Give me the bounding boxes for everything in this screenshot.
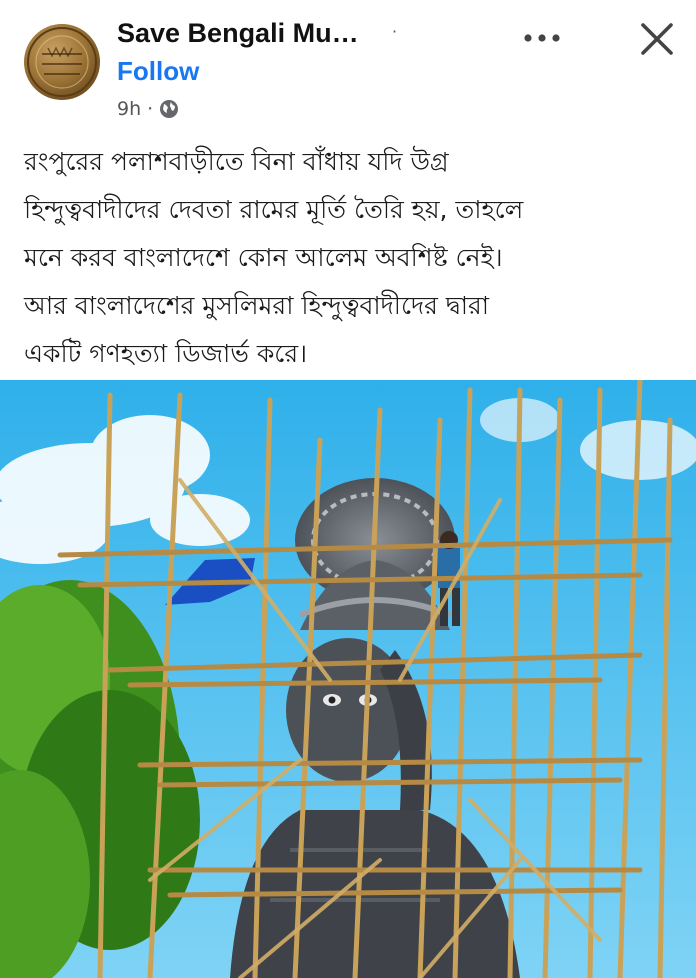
follow-button[interactable]: Follow — [117, 56, 199, 87]
coin-emblem-icon — [27, 27, 97, 97]
statue-scaffolding-image — [0, 380, 696, 978]
post-text-line: আর বাংলাদেশের মুসলিমরা হিন্দুত্ববাদীদের … — [24, 291, 489, 320]
post-text: রংপুরের পলাশবাড়ীতে বিনা বাঁধায় যদি উগ্… — [24, 138, 674, 378]
post-text-line: হিন্দুত্ববাদীদের দেবতা রামের মূর্তি তৈরি… — [24, 195, 524, 224]
page-avatar[interactable] — [24, 24, 100, 100]
post-text-line: রংপুরের পলাশবাড়ীতে বিনা বাঁধায় যদি উগ্… — [24, 147, 449, 176]
post-text-line: মনে করব বাংলাদেশে কোন আলেম অবশিষ্ট নেই। — [24, 243, 503, 272]
more-dots-icon[interactable] — [520, 20, 564, 56]
close-icon[interactable] — [636, 18, 678, 60]
post-photo[interactable] — [0, 380, 696, 978]
post-time[interactable]: 9h — [117, 98, 141, 120]
globe-icon — [160, 100, 179, 118]
time-separator: · — [147, 98, 154, 120]
post-meta: 9h · — [117, 98, 179, 120]
post-header: Save Bengali Mu… · Follow 9h · — [0, 0, 696, 125]
page-name[interactable]: Save Bengali Mu… — [117, 18, 359, 49]
post-text-line: একটি গণহত্যা ডিজার্ভ করে। — [24, 339, 308, 368]
name-separator: · — [392, 22, 398, 41]
